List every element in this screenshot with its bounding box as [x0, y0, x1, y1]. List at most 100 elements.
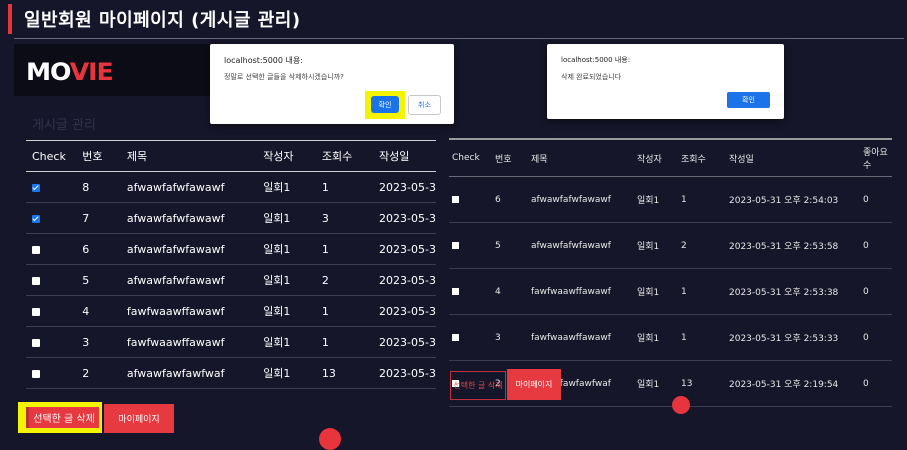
row-date: 2023-05-3	[379, 295, 436, 327]
table-header-row: Check 번호 제목 작성자 조회수 작성일	[26, 140, 436, 172]
row-checkbox[interactable]	[32, 214, 40, 223]
row-date: 2023-05-31 오후 2:53:58	[729, 222, 863, 269]
row-checkbox[interactable]	[32, 338, 40, 347]
row-title[interactable]: fawfwaawffawawf	[126, 326, 264, 358]
row-title[interactable]: afwawfafwfawawf	[531, 222, 637, 269]
table-row[interactable]: 3 fawfwaawffawawf 일회1 1 2023-05-31 오후 2:53:3…	[449, 314, 892, 361]
row-checkbox[interactable]	[452, 241, 459, 249]
row-check-cell[interactable]	[449, 268, 495, 315]
row-title[interactable]: fawfwaawffawawf	[126, 295, 264, 327]
row-checkbox[interactable]	[32, 183, 40, 192]
title-accent-bar	[8, 4, 12, 34]
row-checkbox[interactable]	[32, 276, 40, 285]
left-posts-table: Check 번호 제목 작성자 조회수 작성일 8 afwawfafwfawawf…	[26, 140, 436, 389]
row-date: 2023-05-31 오후 2:53:38	[729, 268, 863, 315]
col-views: 조회수	[321, 140, 380, 172]
table-row[interactable]: 2 afwawfawfawfwaf 일회1 13 2023-05-3	[26, 357, 436, 389]
row-check-cell[interactable]	[26, 326, 83, 358]
row-check-cell[interactable]	[449, 176, 495, 223]
row-date: 2023-05-3	[379, 264, 436, 296]
row-check-cell[interactable]	[26, 264, 83, 296]
row-views: 2	[321, 264, 380, 296]
row-title[interactable]: afwawfafwfawawf	[126, 233, 264, 265]
col-author: 작성자	[263, 140, 322, 172]
mypage-button[interactable]: 마이페이지	[104, 404, 174, 433]
confirm-ok-button[interactable]: 확인	[371, 96, 399, 113]
row-checkbox[interactable]	[32, 307, 40, 316]
row-checkbox[interactable]	[32, 245, 40, 254]
table-row[interactable]: 6 afwawfafwfawawf 일회1 1 2023-05-3	[26, 233, 436, 265]
delete-selected-button[interactable]: 선택한 글 삭제	[26, 407, 99, 428]
row-checkbox[interactable]	[452, 333, 459, 341]
col-views: 조회수	[681, 138, 729, 177]
row-check-cell[interactable]	[26, 295, 83, 327]
mypage-button[interactable]: 마이페이지	[507, 369, 561, 400]
delete-selected-button[interactable]: 선택한 글 삭제	[450, 371, 506, 400]
col-check: Check	[449, 138, 495, 177]
row-check-cell[interactable]	[26, 171, 83, 203]
confirm-cancel-button[interactable]: 취소	[408, 95, 441, 115]
row-likes: 0	[863, 268, 892, 315]
movie-logo[interactable]: MOVIE	[26, 58, 114, 86]
row-title[interactable]: afwawfafwfawawf	[126, 264, 264, 296]
table-row[interactable]: 4 fawfwaawffawawf 일회1 1 2023-05-31 오후 2:53:3…	[449, 268, 892, 315]
row-views: 1	[681, 176, 729, 223]
row-author: 일회1	[263, 326, 322, 358]
row-views: 3	[321, 202, 380, 234]
table-row[interactable]: 6 afwawfafwfawawf 일회1 1 2023-05-31 오후 2:54:0…	[449, 176, 892, 223]
row-title[interactable]: afwawfafwfawawf	[126, 202, 264, 234]
confirm-dialog: localhost:5000 내용: 정말로 선택한 글들을 삭제하시겠습니까?…	[210, 44, 454, 124]
row-date: 2023-05-3	[379, 171, 436, 203]
table-row[interactable]: 4 fawfwaawffawawf 일회1 1 2023-05-3	[26, 295, 436, 327]
table-row[interactable]: 8 afwawfafwfawawf 일회1 1 2023-05-3	[26, 171, 436, 203]
row-author: 일회1	[263, 171, 322, 203]
row-title[interactable]: afwawfawfawfwaf	[126, 357, 264, 389]
row-title[interactable]: afwawfafwfawawf	[531, 176, 637, 223]
row-author: 일회1	[637, 176, 681, 223]
row-check-cell[interactable]	[26, 233, 83, 265]
alert-ok-button[interactable]: 확인	[727, 92, 770, 108]
table-row[interactable]: 7 afwawfafwfawawf 일회1 3 2023-05-3	[26, 202, 436, 234]
table-row[interactable]: 3 fawfwaawffawawf 일회1 1 2023-05-3	[26, 326, 436, 358]
row-date: 2023-05-3	[379, 233, 436, 265]
row-likes: 0	[863, 176, 892, 223]
row-title[interactable]: afwawfafwfawawf	[126, 171, 264, 203]
col-author: 작성자	[637, 138, 681, 177]
page-title: 일반회원 마이페이지 (게시글 관리)	[24, 10, 301, 31]
dialog-message: 정말로 선택한 글들을 삭제하시겠습니까?	[224, 73, 344, 81]
row-check-cell[interactable]	[449, 222, 495, 269]
dialog-origin: localhost:5000 내용:	[561, 56, 631, 64]
row-check-cell[interactable]	[449, 314, 495, 361]
row-views: 1	[681, 268, 729, 315]
row-check-cell[interactable]	[26, 357, 83, 389]
table-row[interactable]: 5 afwawfafwfawawf 일회1 2 2023-05-3	[26, 264, 436, 296]
row-date: 2023-05-31 오후 2:19:54	[729, 360, 863, 407]
row-number: 5	[82, 264, 127, 296]
col-number: 번호	[82, 140, 127, 172]
dialog-origin: localhost:5000 내용:	[224, 56, 303, 65]
header-divider	[14, 38, 904, 39]
row-check-cell[interactable]	[26, 202, 83, 234]
row-checkbox[interactable]	[452, 195, 459, 203]
col-title: 제목	[126, 140, 264, 172]
row-date: 2023-05-3	[379, 202, 436, 234]
row-number: 3	[495, 314, 531, 361]
row-checkbox[interactable]	[32, 369, 40, 378]
row-author: 일회1	[637, 222, 681, 269]
row-number: 7	[82, 202, 127, 234]
row-author: 일회1	[263, 202, 322, 234]
row-number: 6	[495, 176, 531, 223]
row-author: 일회1	[263, 264, 322, 296]
row-number: 8	[82, 171, 127, 203]
row-author: 일회1	[263, 295, 322, 327]
row-number: 5	[495, 222, 531, 269]
col-check: Check	[26, 140, 83, 172]
row-title[interactable]: fawfwaawffawawf	[531, 268, 637, 315]
row-author: 일회1	[637, 268, 681, 315]
row-title[interactable]: fawfwaawffawawf	[531, 314, 637, 361]
list-heading: 게시글 관리	[32, 118, 96, 133]
row-number: 6	[82, 233, 127, 265]
table-row[interactable]: 5 afwawfafwfawawf 일회1 2 2023-05-31 오후 2:53:5…	[449, 222, 892, 269]
row-checkbox[interactable]	[452, 287, 459, 295]
row-date: 2023-05-31 오후 2:53:33	[729, 314, 863, 361]
